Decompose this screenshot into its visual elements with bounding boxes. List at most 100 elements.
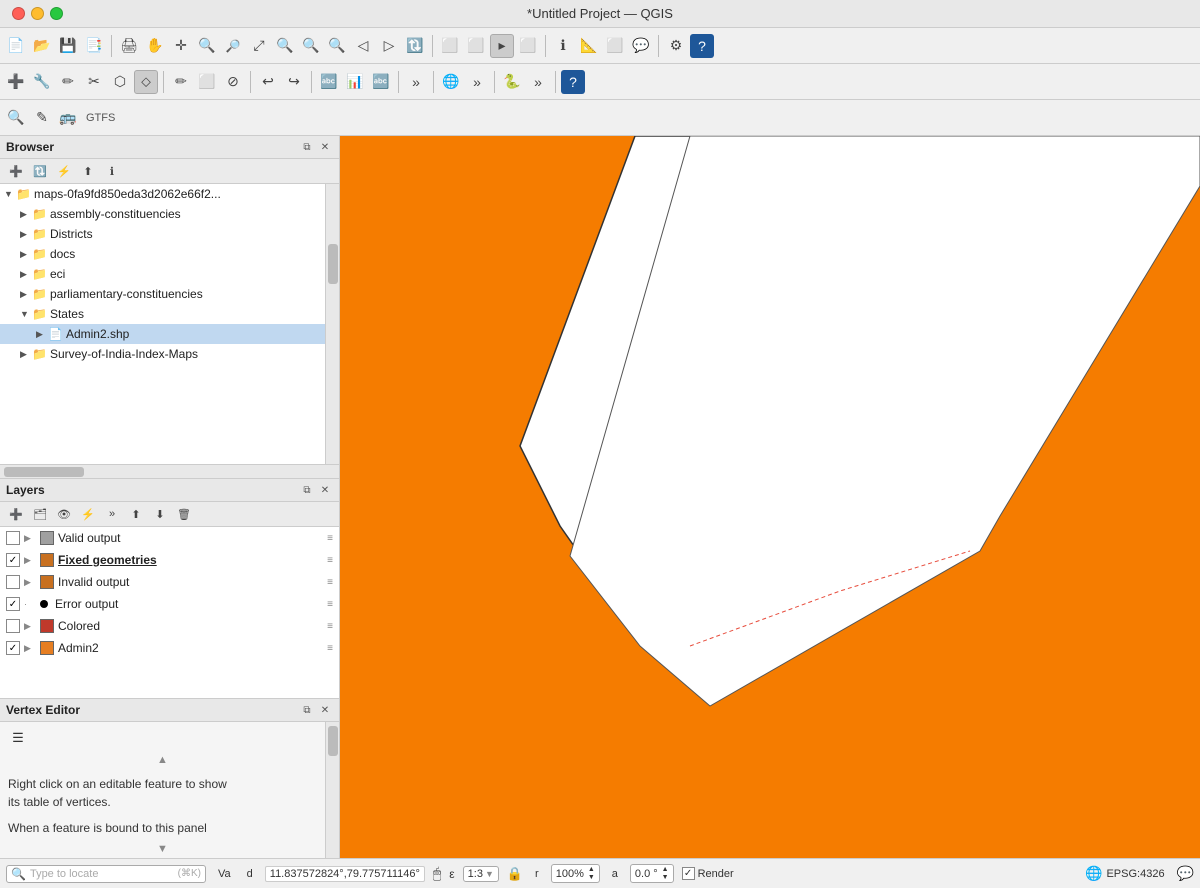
undo-icon[interactable]: ↩ [256, 70, 280, 94]
save-project-icon[interactable]: 💾 [56, 34, 80, 58]
new-project-icon[interactable]: 📄 [4, 34, 28, 58]
layer-check-fixed[interactable]: ✓ [6, 553, 20, 567]
layer-check-admin2[interactable]: ✓ [6, 641, 20, 655]
zoom-prev-icon[interactable]: ◁ [351, 34, 375, 58]
web-icon[interactable]: 🌐 [439, 70, 463, 94]
browser-close-button[interactable]: ✕ [317, 139, 333, 155]
save-edits-icon[interactable]: ⬜ [195, 70, 219, 94]
cut-features-icon[interactable]: ✂ [82, 70, 106, 94]
browser-tree[interactable]: ▼ 📁 maps-0fa9fd850eda3d2062e66f2... ▶ 📁 … [0, 184, 325, 464]
zoom-up-icon[interactable]: ▲ [588, 866, 595, 873]
rot-up-icon[interactable]: ▲ [662, 866, 669, 873]
zoom-full-icon[interactable]: ⤢ [247, 34, 271, 58]
browser-refresh-icon[interactable]: 🔃 [30, 161, 50, 181]
browser-item-assembly[interactable]: ▶ 📁 assembly-constituencies [0, 204, 325, 224]
layer-item-admin2[interactable]: ✓ ▶ Admin2 ≡ [0, 637, 339, 659]
layer-check-error[interactable]: ✓ [6, 597, 20, 611]
zoom-down-icon[interactable]: ▼ [588, 874, 595, 881]
layer-group-icon[interactable]: 🗂 [30, 504, 50, 524]
identify-icon[interactable]: ℹ [551, 34, 575, 58]
search-box[interactable]: 🔍 Type to locate (⌘K) [6, 865, 206, 883]
layer-check-invalid[interactable] [6, 575, 20, 589]
browser-item-survey[interactable]: ▶ 📁 Survey-of-India-Index-Maps [0, 344, 325, 364]
zoom-in-icon[interactable]: 🔍 [195, 34, 219, 58]
crs-box[interactable]: 🌐 EPSG:4326 [1085, 865, 1165, 882]
vertex-scrollbar[interactable] [325, 722, 339, 858]
vertex-tool-icon[interactable]: ⬦ [134, 70, 158, 94]
edit-layer-icon[interactable]: ✏ [169, 70, 193, 94]
action-icon[interactable]: ⬜ [603, 34, 627, 58]
pan-icon[interactable]: ✋ [143, 34, 167, 58]
zoom-select-icon[interactable]: 🔍 [299, 34, 323, 58]
more2-icon[interactable]: » [465, 70, 489, 94]
layer-down-icon[interactable]: ⬇ [150, 504, 170, 524]
layer-check-valid[interactable] [6, 531, 20, 545]
advanced-edit-icon[interactable]: ⬡ [108, 70, 132, 94]
layer-item-fixed[interactable]: ✓ ▶ Fixed geometries ≡ [0, 549, 339, 571]
layer-filter-icon[interactable]: ⚡ [78, 504, 98, 524]
browser-item-districts[interactable]: ▶ 📁 Districts [0, 224, 325, 244]
layer-visible-icon[interactable]: 👁 [54, 504, 74, 524]
render-checkbox-container[interactable]: ✓ Render [682, 867, 734, 880]
layer-more-icon[interactable]: » [102, 504, 122, 524]
close-button[interactable] [12, 7, 25, 20]
maximize-button[interactable] [50, 7, 63, 20]
rot-down-icon[interactable]: ▼ [662, 874, 669, 881]
pan-select-icon[interactable]: 🔍 [325, 34, 349, 58]
open-project-icon[interactable]: 📂 [30, 34, 54, 58]
vertex-close-button[interactable]: ✕ [317, 702, 333, 718]
layer-check-colored[interactable] [6, 619, 20, 633]
render-checkbox[interactable]: ✓ [682, 867, 695, 880]
layer-item-valid[interactable]: ▶ Valid output ≡ [0, 527, 339, 549]
browser-add-icon[interactable]: ➕ [6, 161, 26, 181]
layer-item-invalid[interactable]: ▶ Invalid output ≡ [0, 571, 339, 593]
zoom-next-icon[interactable]: ▷ [377, 34, 401, 58]
more-icon[interactable]: » [404, 70, 428, 94]
scale-select[interactable]: 1:3 ▼ [463, 866, 499, 882]
messages-icon[interactable]: 💬 [1177, 865, 1194, 882]
help-icon[interactable]: ? [690, 34, 714, 58]
layer-remove-icon[interactable]: 🗑 [174, 504, 194, 524]
layers-float-button[interactable]: ⧉ [299, 482, 315, 498]
zoom-box[interactable]: 100% ▲ ▼ [551, 864, 600, 883]
vertex-float-button[interactable]: ⧉ [299, 702, 315, 718]
lock-icon[interactable]: 🔒 [507, 866, 523, 882]
select-cursor-icon[interactable]: ▸ [490, 34, 514, 58]
browser-item-admin2shp[interactable]: ▶ 📄 Admin2.shp [0, 324, 325, 344]
map-tips-icon[interactable]: 💬 [629, 34, 653, 58]
browser-hscroll[interactable] [0, 464, 339, 478]
browser-item-eci[interactable]: ▶ 📁 eci [0, 264, 325, 284]
deselect-icon[interactable]: ⬜ [516, 34, 540, 58]
layer-add-icon[interactable]: ➕ [6, 504, 26, 524]
label-icon[interactable]: 🔤 [317, 70, 341, 94]
map-canvas[interactable] [340, 136, 1200, 858]
rotation-box[interactable]: 0.0 ° ▲ ▼ [630, 864, 674, 883]
browser-info-icon[interactable]: ℹ [102, 161, 122, 181]
search-plugin-icon[interactable]: 🔍 [4, 106, 28, 130]
layer-item-error[interactable]: ✓ · Error output ≡ [0, 593, 339, 615]
move-icon[interactable]: ✛ [169, 34, 193, 58]
print-icon[interactable]: 🖨 [117, 34, 141, 58]
layer-item-colored[interactable]: ▶ Colored ≡ [0, 615, 339, 637]
diagram-icon[interactable]: 📊 [343, 70, 367, 94]
redo-icon[interactable]: ↪ [282, 70, 306, 94]
layer-up-icon[interactable]: ⬆ [126, 504, 146, 524]
edit-plugin-icon[interactable]: ✎ [30, 106, 54, 130]
edit-icon[interactable]: ✏ [56, 70, 80, 94]
select-area-icon[interactable]: ⬜ [464, 34, 488, 58]
browser-collapse-icon[interactable]: ⬆ [78, 161, 98, 181]
browser-item-parliamentary[interactable]: ▶ 📁 parliamentary-constituencies [0, 284, 325, 304]
more-tools-icon[interactable]: ⚙ [664, 34, 688, 58]
discard-edits-icon[interactable]: ⊘ [221, 70, 245, 94]
browser-root-item[interactable]: ▼ 📁 maps-0fa9fd850eda3d2062e66f2... [0, 184, 325, 204]
zoom-layer-icon[interactable]: 🔍 [273, 34, 297, 58]
layers-close-button[interactable]: ✕ [317, 482, 333, 498]
digitize-icon[interactable]: 🔧 [30, 70, 54, 94]
browser-float-button[interactable]: ⧉ [299, 139, 315, 155]
coordinates-field[interactable]: 11.837572824°,79.775711146° [265, 866, 425, 882]
refresh-icon[interactable]: 🔃 [403, 34, 427, 58]
add-layer-icon[interactable]: ➕ [4, 70, 28, 94]
browser-scrollbar[interactable] [325, 184, 339, 464]
browser-filter-icon[interactable]: ⚡ [54, 161, 74, 181]
zoom-out-icon[interactable]: 🔎 [221, 34, 245, 58]
